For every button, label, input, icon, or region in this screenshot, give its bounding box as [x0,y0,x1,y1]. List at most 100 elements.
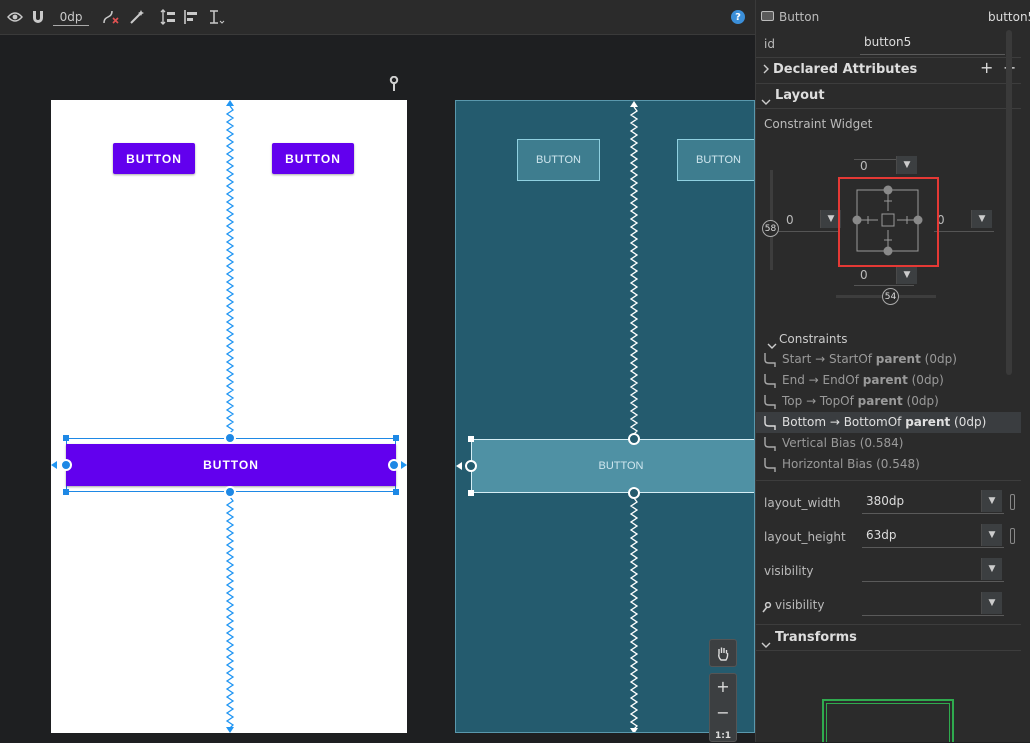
constraint-text: Horizontal Bias [782,457,877,471]
wrench-icon[interactable] [387,75,401,96]
resize-handle[interactable] [468,490,474,496]
constraint-margin: (0dp) [902,394,939,408]
button-widget-icon [761,11,774,21]
align-icon[interactable] [182,9,202,25]
design-constraint-springs [51,100,407,733]
transforms-section-header[interactable]: Transforms [775,630,857,645]
layout-width-label: layout_width [764,496,841,510]
guidelines-icon[interactable] [206,9,226,25]
constraint-icon [764,395,776,409]
layout-height-label: layout_height [764,530,846,544]
start-anchor-handle[interactable] [465,460,477,472]
resize-handle[interactable] [63,489,69,495]
add-attribute-icon[interactable]: + [980,58,993,77]
constraint-icon [764,437,776,451]
widget-id-header: button5 [988,10,1030,24]
blueprint-surface[interactable]: BUTTON BUTTON BUTTON [455,100,755,733]
blueprint-button-selected[interactable]: BUTTON [471,439,754,493]
help-icon[interactable]: ? [731,10,745,24]
layout-editor-toolbar: 0dp ? [0,0,755,35]
start-margin-value[interactable]: 0 [786,213,794,227]
constraints-section-header[interactable]: Constraints [779,332,847,346]
start-anchor-handle[interactable] [60,459,72,471]
top-anchor-handle[interactable] [628,433,640,445]
visibility-dropdown[interactable]: ▼ [981,558,1002,580]
magnet-icon[interactable] [30,9,46,25]
constraint-row-top[interactable]: Top → TopOf parent (0dp) [756,391,1021,412]
id-input[interactable]: button5 [860,31,1005,55]
constraint-text: Vertical Bias [782,436,860,450]
constraint-margin: (0.548) [876,457,920,471]
end-margin-dropdown[interactable]: ▼ [971,210,992,228]
constraint-icon [764,416,776,430]
infer-constraints-wand-icon[interactable] [128,9,146,25]
constraint-margin: (0dp) [907,373,944,387]
transform-preview-box [822,699,954,742]
zoom-in-button[interactable]: + [710,676,736,698]
attributes-panel: Button button5 id button5 Declared Attri… [755,0,1030,742]
constraint-target: parent [862,373,908,387]
constraint-text: Bottom → BottomOf [782,415,906,429]
constraint-widget-label: Constraint Widget [764,117,873,131]
constraint-row-start[interactable]: Start → StartOf parent (0dp) [756,349,1021,370]
tools-visibility-label: visibility [775,598,825,612]
height-resource-picker[interactable] [1010,528,1015,544]
horizontal-bias-slider[interactable]: 54 [882,288,899,305]
bottom-margin-value[interactable]: 0 [860,268,868,282]
widget-type-label: Button [779,10,820,24]
constraint-row-bottom[interactable]: Bottom → BottomOf parent (0dp) [756,412,1021,433]
vertical-bias-slider[interactable]: 58 [762,220,779,237]
panel-scrollbar[interactable] [1006,30,1012,375]
chevron-right-icon[interactable] [762,64,770,77]
id-label: id [764,37,775,51]
start-margin-line [778,231,838,232]
zoom-controls: + − 1:1 [709,673,737,742]
resize-handle[interactable] [393,435,399,441]
width-resource-picker[interactable] [1010,494,1015,510]
visibility-label: visibility [764,564,814,578]
resize-handle[interactable] [468,436,474,442]
constraint-row-vertical-bias[interactable]: Vertical Bias (0.584) [756,433,1021,454]
divider [756,480,1021,481]
end-margin-line [934,231,994,232]
constraint-text: End → EndOf [782,373,863,387]
constraint-target: parent [905,415,951,429]
resize-handle[interactable] [63,435,69,441]
design-surface[interactable]: BUTTON BUTTON BUTTON [51,100,407,733]
clear-constraints-icon[interactable] [101,9,121,25]
divider [756,108,1021,109]
layout-width-dropdown[interactable]: ▼ [981,490,1002,512]
top-margin-dropdown[interactable]: ▼ [896,156,917,174]
constraint-margin: (0dp) [920,352,957,366]
layout-height-dropdown[interactable]: ▼ [981,524,1002,546]
design-button-selected[interactable]: BUTTON [66,444,396,486]
tools-visibility-dropdown[interactable]: ▼ [981,592,1002,614]
zoom-actual-size-button[interactable]: 1:1 [710,729,736,743]
bottom-anchor-handle[interactable] [224,486,236,498]
layout-section-header[interactable]: Layout [775,88,825,103]
wrench-icon [762,598,772,617]
zoom-out-button[interactable]: − [710,702,736,724]
bottom-anchor-handle[interactable] [628,487,640,499]
declared-attributes-header[interactable]: Declared Attributes [773,62,917,77]
constraint-icon [764,458,776,472]
pan-hand-icon[interactable] [709,639,737,667]
constraint-row-end[interactable]: End → EndOf parent (0dp) [756,370,1021,391]
eye-icon[interactable] [6,9,24,25]
constraint-text: Top → TopOf [782,394,858,408]
top-margin-value[interactable]: 0 [860,159,868,173]
constraint-widget-diagram[interactable] [838,177,939,267]
divider [756,624,1021,625]
bottom-margin-dropdown[interactable]: ▼ [896,266,917,284]
constraint-row-horizontal-bias[interactable]: Horizontal Bias (0.548) [756,454,1021,475]
end-anchor-handle[interactable] [388,459,400,471]
constraint-margin: (0.584) [859,436,904,450]
bottom-margin-line [854,285,914,286]
divider [756,83,1021,84]
top-anchor-handle[interactable] [224,432,236,444]
default-margin-field[interactable]: 0dp [53,10,89,26]
constraint-icon [764,353,776,367]
pack-icon[interactable] [158,9,178,25]
resize-handle[interactable] [393,489,399,495]
constraint-margin: (0dp) [950,415,987,429]
